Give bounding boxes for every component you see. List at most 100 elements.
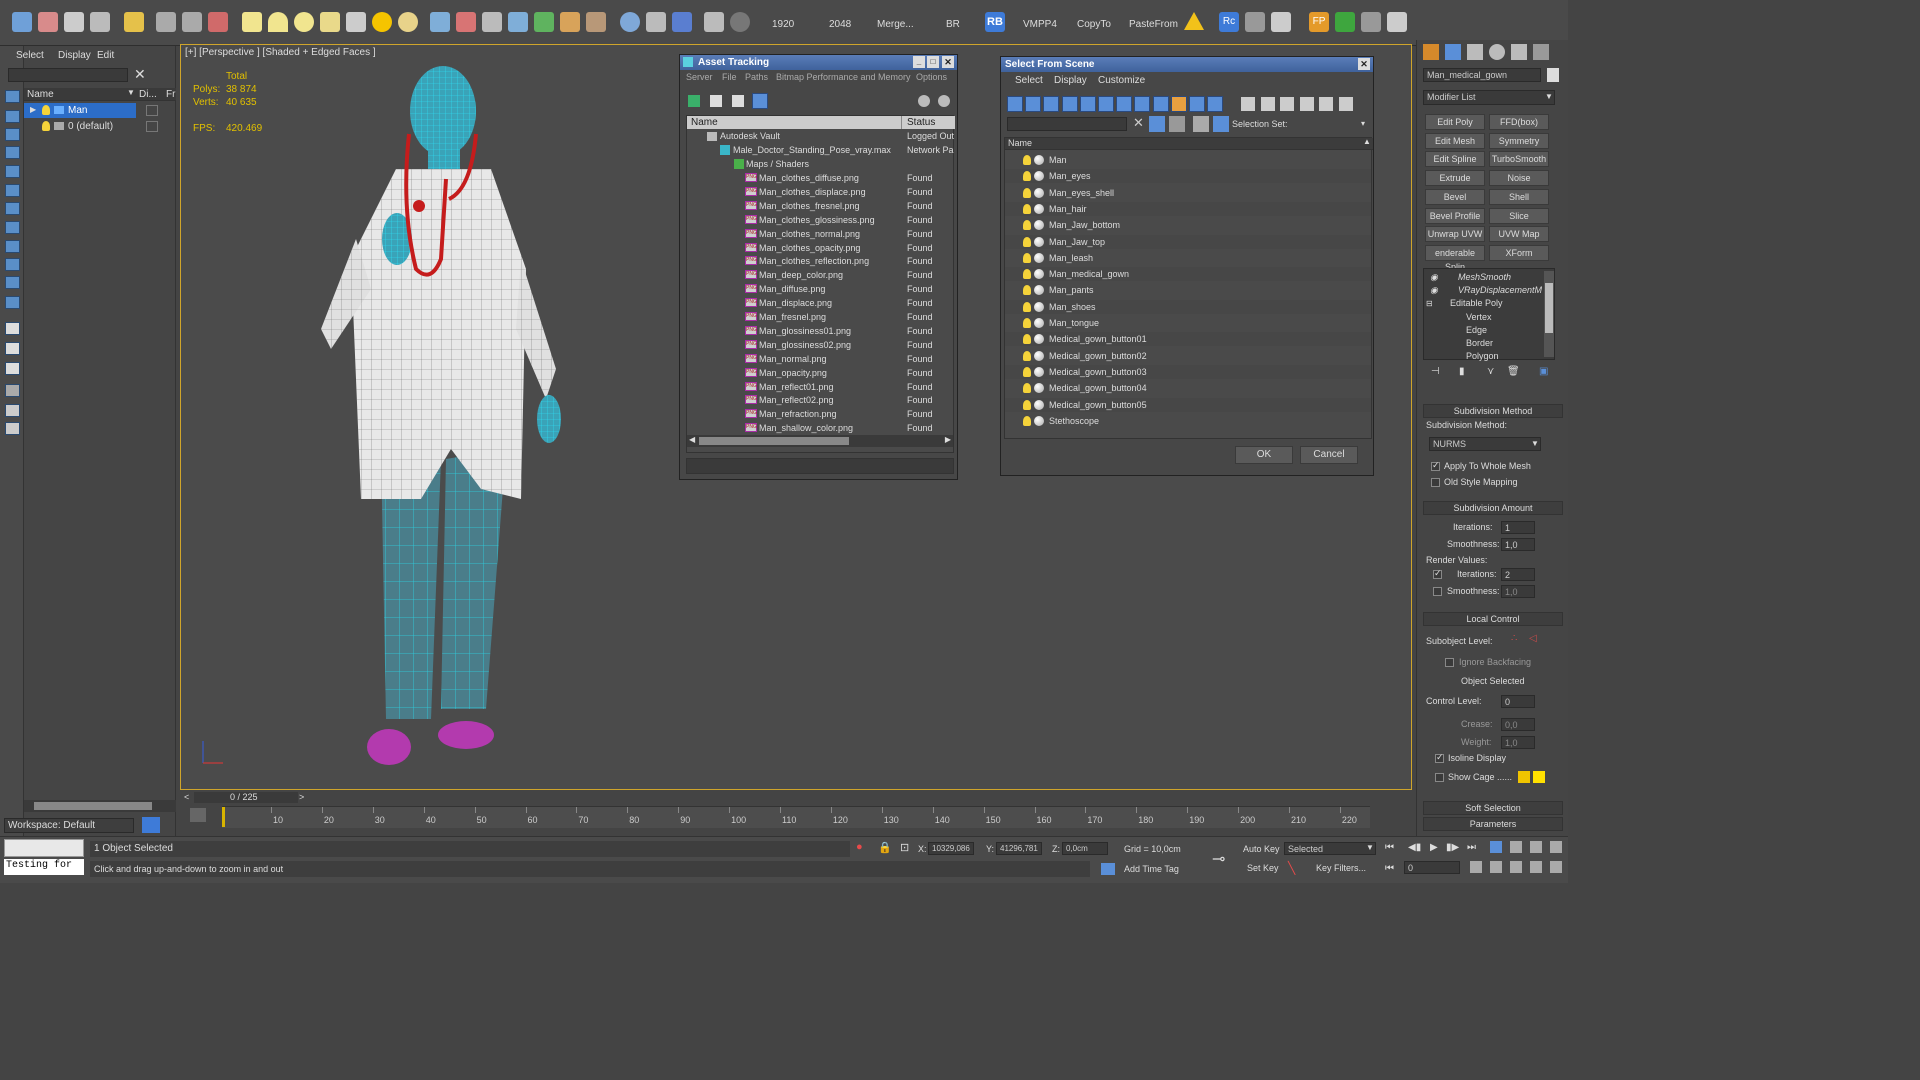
bulb-icon[interactable] xyxy=(1023,399,1031,410)
fp-icon[interactable]: FP xyxy=(1309,12,1329,32)
rotate-icon[interactable] xyxy=(182,12,202,32)
stack-item[interactable]: Polygon xyxy=(1424,350,1542,363)
column-status[interactable]: Status xyxy=(907,117,935,128)
display-none-icon[interactable] xyxy=(1260,97,1275,111)
column-name[interactable]: Name xyxy=(27,89,54,100)
render-iterations-spinner[interactable]: 2 xyxy=(1501,568,1535,581)
asset-row[interactable]: PNG Man_reflect02.png Found xyxy=(687,393,955,407)
asset-row[interactable]: PNG Man_shallow_color.png Found xyxy=(687,421,955,435)
proxy-icon[interactable] xyxy=(456,12,476,32)
pastefrom-button[interactable]: PasteFrom xyxy=(1129,19,1178,30)
crease-spinner[interactable]: 0,0 xyxy=(1501,718,1535,731)
rollout-subdivision-method[interactable]: Subdivision Method xyxy=(1423,404,1563,418)
absolute-mode-icon[interactable]: ⊡ xyxy=(900,841,909,854)
rollout-subdivision-amount[interactable]: Subdivision Amount xyxy=(1423,501,1563,515)
list-icon[interactable] xyxy=(1271,12,1291,32)
maxscript-listener-pink[interactable] xyxy=(4,839,84,857)
scene-converter-icon[interactable] xyxy=(704,12,724,32)
modifier-button[interactable]: Symmetry xyxy=(1489,132,1549,149)
close-icon[interactable]: ✕ xyxy=(1358,58,1370,70)
asset-row[interactable]: PNG Man_clothes_glossiness.png Found xyxy=(687,213,955,227)
control-level-spinner[interactable]: 0 xyxy=(1501,695,1535,708)
tools-icon[interactable] xyxy=(1245,12,1265,32)
scatter-icon[interactable] xyxy=(534,12,554,32)
table-view-icon[interactable] xyxy=(752,93,768,109)
x-coord-field[interactable]: 10329,086 xyxy=(928,842,974,855)
display-lights-icon[interactable] xyxy=(5,165,20,178)
key-mode-icon[interactable]: ⏮ xyxy=(1385,863,1394,874)
bulb-icon[interactable] xyxy=(1023,285,1031,296)
display-hidden-icon[interactable] xyxy=(1207,96,1224,112)
environment-icon[interactable] xyxy=(508,12,528,32)
scene-object-row[interactable]: Man_Jaw_top xyxy=(1005,234,1371,249)
asset-row-vault[interactable]: Autodesk Vault Logged Out xyxy=(687,129,955,143)
display-children-icon[interactable] xyxy=(5,362,20,375)
dropdown-arrow-icon[interactable]: ▼ xyxy=(1531,439,1539,448)
sync-selection-icon[interactable] xyxy=(5,404,20,417)
bulb-icon[interactable] xyxy=(1023,252,1031,263)
modifier-button[interactable]: Noise xyxy=(1489,170,1549,187)
ies-light-icon[interactable] xyxy=(346,12,366,32)
stack-item[interactable]: ◉ MeshSmooth xyxy=(1424,271,1542,284)
display-all-icon[interactable] xyxy=(5,110,20,123)
fov-icon[interactable] xyxy=(1470,861,1482,873)
modify-tab-icon[interactable] xyxy=(1445,44,1461,60)
stack-item[interactable]: ⊟ Editable Poly xyxy=(1424,297,1542,310)
bulb-icon[interactable] xyxy=(42,121,50,131)
clipper-icon[interactable] xyxy=(586,12,606,32)
track-bar[interactable]: 10 20 30 40 50 60 70 80 90 100 110 120 130 140 150 160 1… xyxy=(222,806,1370,828)
open-icon[interactable] xyxy=(12,12,32,32)
clear-search-icon[interactable]: ✕ xyxy=(134,66,146,83)
goto-start-icon[interactable]: ⏮ xyxy=(1385,842,1394,853)
filter-icon[interactable] xyxy=(1149,116,1165,132)
display-spacewarps-icon[interactable] xyxy=(1098,96,1114,112)
object-color-swatch[interactable] xyxy=(1547,68,1559,82)
modifier-button[interactable]: Bevel xyxy=(1425,188,1485,205)
rollout-soft-selection[interactable]: Soft Selection xyxy=(1423,801,1563,815)
modifier-button[interactable]: Shell xyxy=(1489,188,1549,205)
sort-icon[interactable] xyxy=(1319,97,1333,111)
display-groups-icon[interactable] xyxy=(5,240,20,253)
column-name[interactable]: Name xyxy=(1008,138,1032,148)
modifier-list-arrow-icon[interactable]: ▼ xyxy=(1545,92,1553,101)
display-groups-icon[interactable] xyxy=(1116,96,1133,112)
scene-object-row[interactable]: Man_shoes xyxy=(1005,299,1371,314)
explorer-search-input[interactable] xyxy=(8,68,128,82)
asset-row[interactable]: PNG Man_glossiness01.png Found xyxy=(687,324,955,338)
freeze-toggle-icon[interactable] xyxy=(146,105,158,116)
bulb-icon[interactable] xyxy=(1023,318,1031,328)
scroll-left-icon[interactable]: ◀ xyxy=(689,435,695,444)
select-children-icon[interactable] xyxy=(1169,116,1185,132)
scene-object-row[interactable]: Medical_gown_button02 xyxy=(1005,349,1371,363)
select-from-scene-dialog[interactable]: Select From Scene ✕ Select Display Custo… xyxy=(1000,56,1374,476)
sphere-icon[interactable] xyxy=(620,12,640,32)
rc-icon[interactable]: Rc xyxy=(1219,12,1239,32)
modifier-button[interactable]: Edit Mesh xyxy=(1425,132,1485,149)
grid-icon[interactable] xyxy=(1387,12,1407,32)
scene-object-row[interactable]: Man_pants xyxy=(1005,283,1371,297)
bulb-icon[interactable] xyxy=(1023,269,1031,280)
bulb-icon[interactable] xyxy=(1023,301,1031,312)
modifier-stack[interactable]: ◉ MeshSmooth ◉ VRayDisplacementM ⊟ Editable P… xyxy=(1423,268,1555,363)
sphere-light-icon[interactable] xyxy=(294,12,314,32)
menu-paths[interactable]: Paths xyxy=(745,72,768,82)
pan-icon[interactable] xyxy=(1490,861,1502,873)
ambient-light-icon[interactable] xyxy=(398,12,418,32)
apply-whole-mesh-checkbox[interactable]: ✓ xyxy=(1431,460,1440,471)
hair-icon[interactable] xyxy=(560,12,580,32)
bulb-icon[interactable] xyxy=(1023,334,1031,345)
modifier-button[interactable]: UVW Map xyxy=(1489,226,1549,243)
freeze-toggle-icon[interactable] xyxy=(146,121,158,132)
list-view-icon[interactable] xyxy=(710,95,722,107)
display-shapes-icon[interactable] xyxy=(1025,96,1042,112)
modifier-button[interactable]: Bevel Profile xyxy=(1425,207,1485,224)
asset-row[interactable]: PNG Man_clothes_reflection.png Found xyxy=(687,254,955,268)
plant-icon[interactable] xyxy=(1335,12,1355,32)
select-from-scene-titlebar[interactable]: Select From Scene ✕ xyxy=(1001,57,1373,72)
y-coord-field[interactable]: 41296,781 xyxy=(996,842,1042,855)
asset-row[interactable]: PNG Man_clothes_displace.png Found xyxy=(687,185,955,199)
collapse-all-icon[interactable] xyxy=(5,422,20,435)
asset-row[interactable]: PNG Man_clothes_fresnel.png Found xyxy=(687,199,955,213)
column-display[interactable]: Di... xyxy=(139,89,157,100)
bulb-icon[interactable] xyxy=(1023,366,1031,377)
